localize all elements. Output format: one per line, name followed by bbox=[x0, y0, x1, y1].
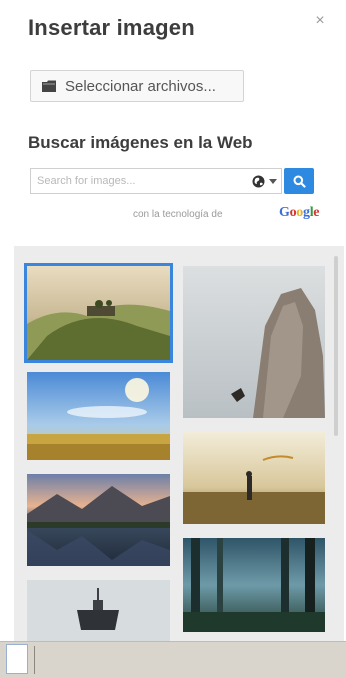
gallery-image-boat[interactable] bbox=[27, 580, 170, 641]
chevron-down-icon bbox=[269, 178, 277, 184]
gallery-image-cliff-climber[interactable] bbox=[183, 266, 325, 418]
image-search-bar bbox=[30, 168, 330, 194]
image-search-input[interactable] bbox=[30, 168, 216, 194]
insert-image-dialog: Insertar imagen × Seleccionar archivos..… bbox=[0, 0, 346, 641]
taskbar bbox=[0, 641, 346, 678]
gallery-image-mountain-lake[interactable] bbox=[27, 474, 170, 566]
google-logo: Google bbox=[279, 205, 320, 220]
powered-by-text: con la tecnología de bbox=[133, 209, 223, 220]
select-files-label: Seleccionar archivos... bbox=[65, 77, 216, 95]
dialog-title: Insertar imagen bbox=[28, 15, 195, 40]
search-icon bbox=[293, 175, 306, 188]
taskbar-separator bbox=[34, 646, 35, 674]
safe-search-dropdown[interactable] bbox=[216, 168, 282, 194]
taskbar-app-icon[interactable] bbox=[6, 644, 28, 674]
image-gallery bbox=[14, 246, 344, 641]
gallery-image-wheat-field[interactable] bbox=[27, 372, 170, 460]
gallery-image-misty-forest[interactable] bbox=[183, 538, 325, 632]
web-search-heading: Buscar imágenes en la Web bbox=[28, 133, 253, 152]
search-button[interactable] bbox=[284, 168, 314, 194]
globe-icon bbox=[252, 175, 265, 187]
select-files-button[interactable]: Seleccionar archivos... bbox=[30, 70, 244, 102]
gallery-image-tuscany[interactable] bbox=[24, 263, 173, 363]
folder-icon bbox=[42, 80, 56, 92]
close-icon[interactable]: × bbox=[311, 12, 329, 30]
gallery-image-person-field[interactable] bbox=[183, 432, 325, 524]
gallery-scrollbar[interactable] bbox=[334, 256, 338, 436]
